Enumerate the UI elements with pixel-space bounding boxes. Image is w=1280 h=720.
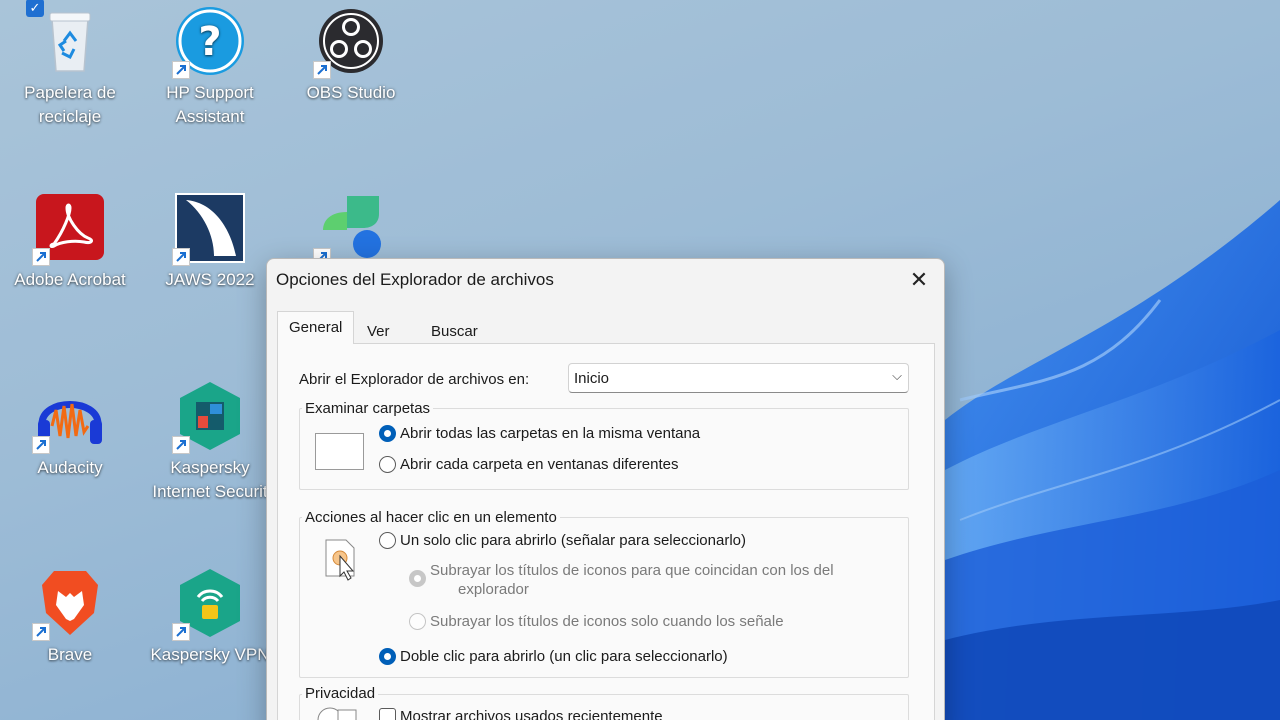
icon-label: Brave: [47, 645, 93, 664]
shortcut-arrow-icon: [32, 436, 50, 454]
icon-label: Audacity: [37, 458, 103, 477]
shortcut-arrow-icon: [172, 248, 190, 266]
icon-label: HP Support: [166, 83, 254, 102]
show-recent-label[interactable]: Mostrar archivos usados recientemente: [400, 708, 663, 720]
shortcut-arrow-icon: [32, 623, 50, 641]
privacy-title: Privacidad: [302, 685, 379, 702]
icon-label: Assistant: [175, 107, 245, 126]
double-click-radio[interactable]: [379, 648, 396, 665]
shortcut-arrow-icon: [313, 61, 331, 79]
tab-buscar[interactable]: Buscar: [421, 317, 488, 343]
underline-always-label: Subrayar los títulos de iconos para que …: [430, 562, 834, 579]
dialog-title: Opciones del Explorador de archivos: [276, 270, 554, 289]
desktop-icon-kaspersky-vpn[interactable]: Kaspersky VPN: [145, 567, 275, 667]
shortcut-arrow-icon: [172, 436, 190, 454]
general-tab-panel: Abrir el Explorador de archivos en: Inic…: [277, 343, 935, 720]
click-actions-title: Acciones al hacer clic en un elemento: [302, 509, 560, 526]
underline-always-radio: [409, 570, 426, 587]
recycle-bin-icon: [49, 12, 91, 72]
icon-label: Internet Securit: [152, 482, 268, 501]
chevron-down-icon: ⌵: [892, 368, 902, 383]
browse-folders-group: [299, 408, 909, 490]
desktop-icon-adobe-acrobat[interactable]: Adobe Acrobat: [5, 192, 135, 292]
icon-label: JAWS 2022: [165, 270, 255, 289]
show-recent-checkbox[interactable]: [379, 708, 396, 720]
browse-folders-title: Examinar carpetas: [302, 400, 434, 417]
open-in-value: Inicio: [574, 370, 610, 387]
underline-hover-label: Subrayar los títulos de iconos solo cuan…: [430, 613, 784, 630]
icon-label: Adobe Acrobat: [14, 270, 126, 289]
open-in-label: Abrir el Explorador de archivos en:: [299, 371, 530, 388]
icon-label: reciclaje: [38, 107, 102, 126]
desktop-icon-kaspersky-internet-security[interactable]: Kaspersky Internet Securit: [145, 380, 275, 504]
icon-label: Kaspersky: [170, 458, 250, 477]
privacy-icon: [317, 707, 357, 720]
window-preview-icon: [315, 433, 364, 470]
desktop-icon-app[interactable]: [286, 192, 416, 268]
underline-always-label-cont: explorador: [458, 581, 529, 598]
same-window-label[interactable]: Abrir todas las carpetas en la misma ven…: [400, 425, 700, 442]
shortcut-arrow-icon: [172, 61, 190, 79]
double-click-label[interactable]: Doble clic para abrirlo (un clic para se…: [400, 648, 728, 665]
same-window-radio[interactable]: [379, 425, 396, 442]
click-cursor-icon: [325, 539, 355, 581]
icon-label: Kaspersky VPN: [150, 645, 270, 664]
underline-hover-radio: [409, 613, 426, 630]
desktop-icon-obs-studio[interactable]: OBS Studio: [286, 5, 416, 105]
desktop-icon-recycle-bin[interactable]: ✓ Papelera de reciclaje: [5, 0, 135, 129]
icon-label: OBS Studio: [306, 83, 396, 102]
shortcut-arrow-icon: [32, 248, 50, 266]
tab-general[interactable]: General: [277, 311, 355, 344]
icon-label: Papelera de: [24, 83, 116, 102]
selection-checkbox-icon[interactable]: ✓: [26, 0, 44, 17]
dialog-titlebar[interactable]: Opciones del Explorador de archivos ✕: [267, 259, 944, 301]
svg-text:?: ?: [198, 19, 221, 65]
open-in-dropdown[interactable]: Inicio ⌵: [568, 363, 909, 393]
shortcut-arrow-icon: [172, 623, 190, 641]
desktop-icon-audacity[interactable]: Audacity: [5, 380, 135, 480]
desktop-icon-hp-support[interactable]: ? HP Support Assistant: [145, 5, 275, 129]
folder-options-dialog: Opciones del Explorador de archivos ✕ Ge…: [266, 258, 945, 720]
tab-ver[interactable]: Ver: [357, 317, 400, 343]
close-button[interactable]: ✕: [904, 265, 934, 295]
new-window-radio[interactable]: [379, 456, 396, 473]
single-click-radio[interactable]: [379, 532, 396, 549]
single-click-label[interactable]: Un solo clic para abrirlo (señalar para …: [400, 532, 746, 549]
new-window-label[interactable]: Abrir cada carpeta en ventanas diferente…: [400, 456, 679, 473]
desktop-icon-brave[interactable]: Brave: [5, 567, 135, 667]
desktop-icon-jaws[interactable]: JAWS 2022: [145, 192, 275, 292]
